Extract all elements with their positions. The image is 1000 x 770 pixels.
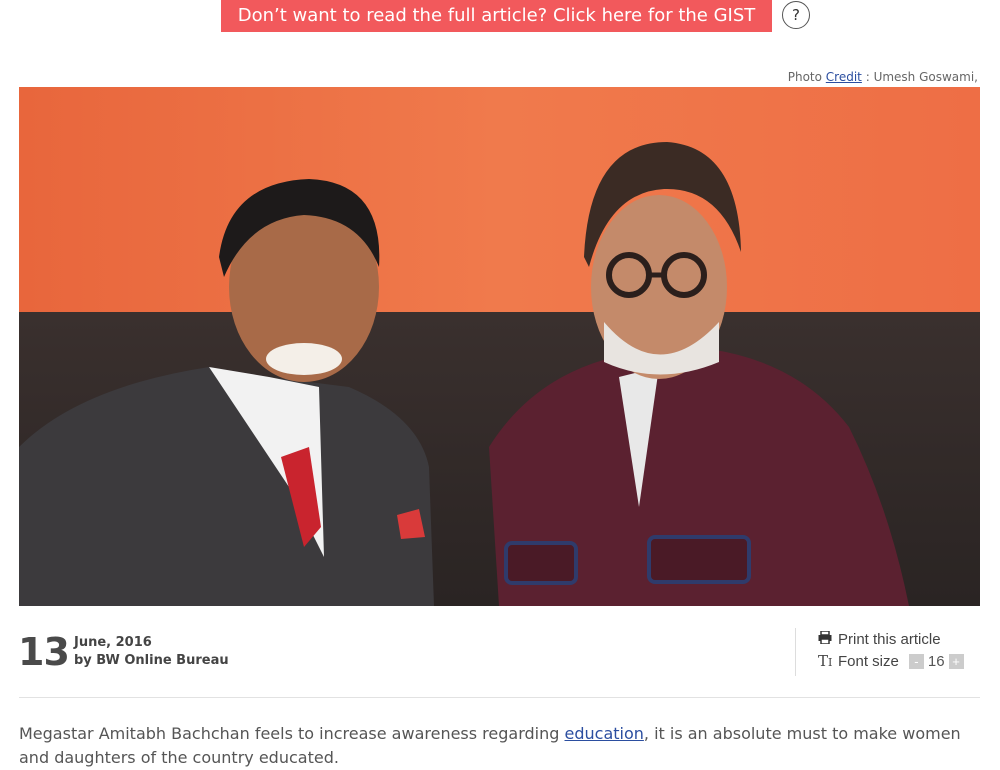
date-month-year: June, 2016 (74, 635, 152, 650)
font-size-decrease-button[interactable]: - (908, 653, 924, 669)
print-article-button[interactable]: Print this article (796, 628, 968, 650)
credit-link[interactable]: Credit (826, 70, 862, 84)
gist-help-button[interactable]: ? (782, 1, 810, 29)
hero-photo (19, 87, 980, 606)
print-article-label: Print this article (838, 630, 941, 648)
font-size-increase-button[interactable]: + (948, 653, 964, 669)
printer-icon (818, 629, 838, 648)
article-lead: Megastar Amitabh Bachchan feels to incre… (19, 722, 980, 770)
font-size-control: TI Font size - 16 + (796, 650, 968, 672)
credit-prefix: Photo (787, 70, 826, 84)
lead-text-before: Megastar Amitabh Bachchan feels to incre… (19, 724, 565, 743)
font-size-label: Font size (838, 652, 899, 670)
gist-banner-button[interactable]: Don’t want to read the full article? Cli… (221, 0, 772, 32)
text-size-icon: TI (818, 652, 833, 670)
byline: by BW Online Bureau (74, 653, 229, 668)
education-link[interactable]: education (565, 724, 644, 743)
font-size-value: 16 (927, 652, 945, 670)
date-day: 13 (18, 630, 70, 674)
photo-credit: Photo Credit : Umesh Goswami, (788, 70, 978, 84)
hero-photo-illustration (19, 87, 980, 606)
credit-photographer: : Umesh Goswami, (861, 70, 978, 84)
article-tools: Print this article TI Font size - 16 + (795, 628, 968, 676)
divider (19, 697, 980, 698)
